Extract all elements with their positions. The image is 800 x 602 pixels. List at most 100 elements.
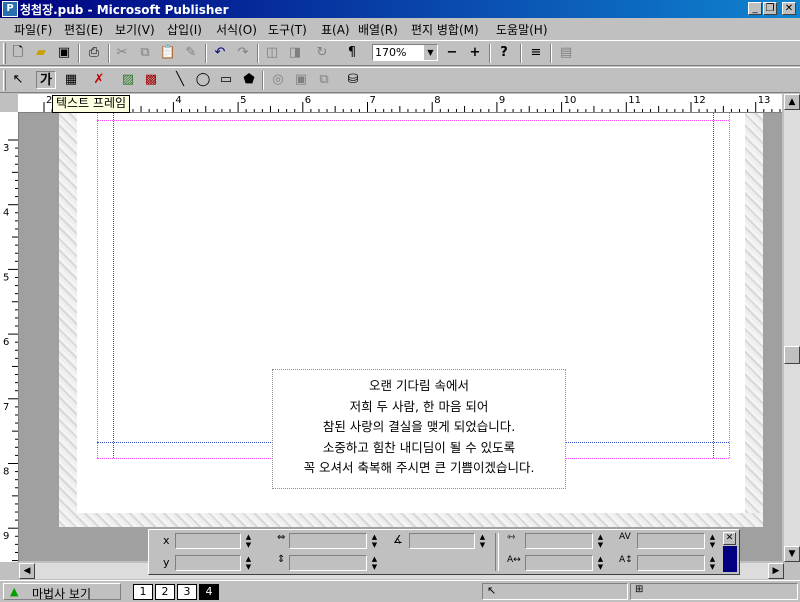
horizontal-ruler[interactable]: 2345678910111213 (18, 94, 782, 113)
pilcrow-icon[interactable]: ¶ (342, 44, 362, 62)
menu-bar: 파일(F) 편집(E) 보기(V) 삽입(I) 서식(O) 도구(T) 표(A)… (0, 18, 800, 41)
text-frame-icon[interactable]: 가 (36, 71, 56, 89)
bring-forward-icon[interactable]: ◫ (262, 44, 282, 62)
save-icon[interactable]: ▣ (54, 44, 74, 62)
hotspot-icon[interactable]: ◎ (268, 71, 288, 89)
character-spacing-icon: ⇿ (507, 532, 516, 543)
scaling-field[interactable] (525, 555, 593, 571)
wordart-icon[interactable]: ✗ (89, 71, 109, 89)
undo-icon[interactable]: ↶ (210, 44, 230, 62)
document-canvas[interactable]: 오랜 기다림 속에서 저희 두 사람, 한 마음 되어 참된 사랑의 결실을 맺… (19, 113, 782, 561)
form-control-icon[interactable]: ▣ (291, 71, 311, 89)
restore-button[interactable]: ❐ (763, 2, 777, 15)
custom-shape-icon[interactable]: ⬟ (239, 71, 259, 89)
menu-view[interactable]: 보기(V) (115, 21, 155, 38)
menu-arrange[interactable]: 배열(R) (358, 21, 398, 38)
minimize-button[interactable]: _ (748, 2, 762, 15)
vertical-ruler[interactable]: 3 4 5 6 7 8 9 (0, 112, 19, 562)
scroll-up-icon[interactable]: ▲ (784, 94, 800, 110)
oval-icon[interactable]: ◯ (193, 71, 213, 89)
new-icon[interactable]: 🗋 (8, 44, 28, 62)
menu-tools[interactable]: 도구(T) (268, 21, 307, 38)
invitation-text-frame[interactable]: 오랜 기다림 속에서 저희 두 사람, 한 마음 되어 참된 사랑의 결실을 맺… (272, 369, 566, 489)
vertical-scroll-thumb[interactable] (784, 346, 800, 364)
ruler-label: 5 (3, 272, 9, 283)
height-field[interactable] (289, 555, 367, 571)
zoom-select[interactable]: 170% ▼ (372, 44, 438, 61)
toolbar-title-strip[interactable] (723, 546, 737, 572)
text-line: 참된 사랑의 결실을 맺게 되었습니다. (322, 419, 516, 434)
zoom-out-icon[interactable]: − (442, 44, 462, 62)
rotate-icon[interactable]: ↻ (312, 44, 332, 62)
toolbar-grip[interactable] (3, 43, 6, 64)
tracking-spinner[interactable]: ▲ ▼ (595, 533, 606, 549)
kerning-field[interactable] (637, 533, 705, 549)
scroll-right-icon[interactable]: ▶ (768, 563, 784, 579)
kerning-spinner[interactable]: ▲ ▼ (707, 533, 718, 549)
send-backward-icon[interactable]: ◨ (285, 44, 305, 62)
page-button-1[interactable]: 1 (133, 584, 153, 600)
copy-icon[interactable]: ⧉ (135, 44, 155, 62)
title-bar: P 청첩장.pub - Microsoft Publisher _ ❐ ✕ (0, 0, 800, 18)
picture-frame-icon[interactable]: ▨ (118, 71, 138, 89)
menu-edit[interactable]: 편집(E) (64, 21, 103, 38)
line-icon[interactable]: ╲ (170, 71, 190, 89)
line-style-icon[interactable]: ≡ (526, 44, 546, 62)
menu-format[interactable]: 서식(O) (216, 21, 257, 38)
height-icon: ⇕ (277, 554, 286, 565)
publication-page[interactable]: 오랜 기다림 속에서 저희 두 사람, 한 마음 되어 참된 사랑의 결실을 맺… (59, 113, 763, 527)
tracking-field[interactable] (525, 533, 593, 549)
y-position-field[interactable] (175, 555, 241, 571)
line-spacing-spinner[interactable]: ▲ ▼ (707, 555, 718, 571)
html-code-icon[interactable]: ⧉ (314, 71, 334, 89)
open-icon[interactable]: ▰ (31, 44, 51, 62)
publisher-icon[interactable]: P (2, 1, 18, 17)
height-spinner[interactable]: ▲ ▼ (369, 555, 380, 571)
cut-icon[interactable]: ✂ (112, 44, 132, 62)
vertical-scrollbar[interactable]: ▲ ▼ (784, 94, 800, 562)
x-spinner[interactable]: ▲ ▼ (243, 533, 254, 549)
scroll-down-icon[interactable]: ▼ (784, 546, 800, 562)
table-frame-icon[interactable]: ▦ (61, 71, 81, 89)
chevron-down-icon[interactable]: ▼ (424, 45, 437, 60)
page-button-4[interactable]: 4 (199, 584, 219, 600)
menu-insert[interactable]: 삽입(I) (167, 21, 202, 38)
ruler-label: 3 (3, 143, 9, 154)
menu-mail-merge[interactable]: 편지 병합(M) (411, 21, 479, 38)
help-icon[interactable]: ? (494, 44, 514, 62)
rotation-spinner[interactable]: ▲ ▼ (477, 533, 488, 549)
scroll-left-icon[interactable]: ◀ (19, 563, 35, 579)
wizard-toggle-button[interactable]: ▲ 마법사 보기 (3, 583, 121, 601)
toolbar-grip-2[interactable] (3, 70, 6, 91)
zoom-in-icon[interactable]: + (465, 44, 485, 62)
ruler-label: 8 (434, 95, 440, 106)
clipart-icon[interactable]: ▩ (141, 71, 161, 89)
print-icon[interactable]: ⎙ (84, 44, 104, 62)
page-button-3[interactable]: 3 (177, 584, 197, 600)
width-field[interactable] (289, 533, 367, 549)
pointer-icon[interactable]: ↖ (8, 71, 28, 89)
ruler-corner[interactable] (0, 94, 18, 112)
x-position-field[interactable] (175, 533, 241, 549)
measurements-toolbar: x ▲ ▼ y ▲ ▼ ⇔ ▲ ▼ ⇕ ▲ ▼ ∡ ▲ ▼ ⇿ ▲ ▼ A↔ ▲ ▼ AV ▲… (148, 529, 740, 575)
y-spinner[interactable]: ▲ ▼ (243, 555, 254, 571)
properties-icon[interactable]: ▤ (556, 44, 576, 62)
paste-icon[interactable]: 📋 (158, 44, 178, 62)
rectangle-icon[interactable]: ▭ (216, 71, 236, 89)
menu-table[interactable]: 표(A) (321, 21, 350, 38)
line-spacing-field[interactable] (637, 555, 705, 571)
menu-help[interactable]: 도움말(H) (496, 21, 548, 38)
page-button-2[interactable]: 2 (155, 584, 175, 600)
width-spinner[interactable]: ▲ ▼ (369, 533, 380, 549)
design-gallery-icon[interactable]: ⛁ (343, 71, 363, 89)
redo-icon[interactable]: ↷ (233, 44, 253, 62)
scaling-spinner[interactable]: ▲ ▼ (595, 555, 606, 571)
menu-file[interactable]: 파일(F) (14, 21, 52, 38)
close-button[interactable]: ✕ (782, 2, 796, 15)
format-painter-icon[interactable]: ✎ (181, 44, 201, 62)
window-title: 청첩장.pub - Microsoft Publisher (20, 3, 229, 17)
close-icon[interactable]: ✕ (723, 532, 736, 545)
triangle-up-icon: ▲ (10, 585, 19, 598)
rotation-field[interactable] (409, 533, 475, 549)
text-line: 꼭 오셔서 축복해 주시면 큰 기쁨이겠습니다. (303, 460, 535, 475)
